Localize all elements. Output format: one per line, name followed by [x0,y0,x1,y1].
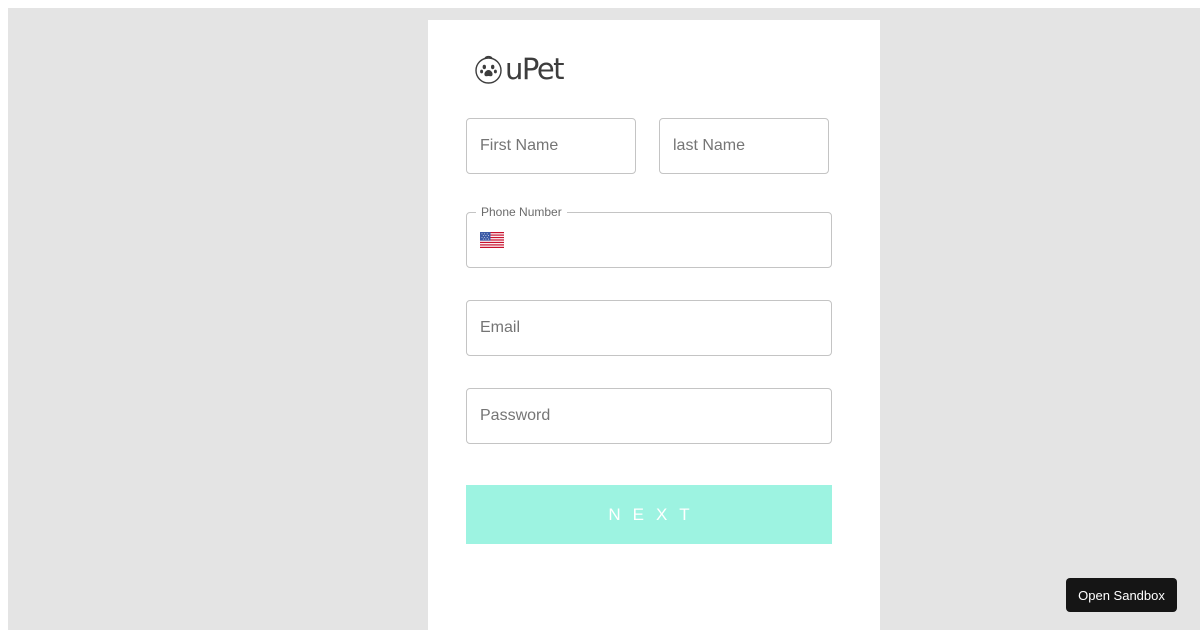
last-name-field[interactable] [659,118,829,174]
open-sandbox-button[interactable]: Open Sandbox [1066,578,1177,612]
phone-number-field[interactable]: Phone Number [466,205,832,268]
phone-number-input[interactable] [467,213,831,267]
brand-logo: uPet [474,52,565,86]
first-name-input[interactable] [467,119,635,173]
password-input[interactable] [467,389,831,443]
first-name-field[interactable] [466,118,636,174]
logo-text: uPet [505,52,565,86]
last-name-input[interactable] [660,119,828,173]
paw-icon [475,55,502,84]
password-field[interactable] [466,388,832,444]
email-input[interactable] [467,301,831,355]
next-button[interactable]: NEXT [466,485,832,544]
email-field[interactable] [466,300,832,356]
